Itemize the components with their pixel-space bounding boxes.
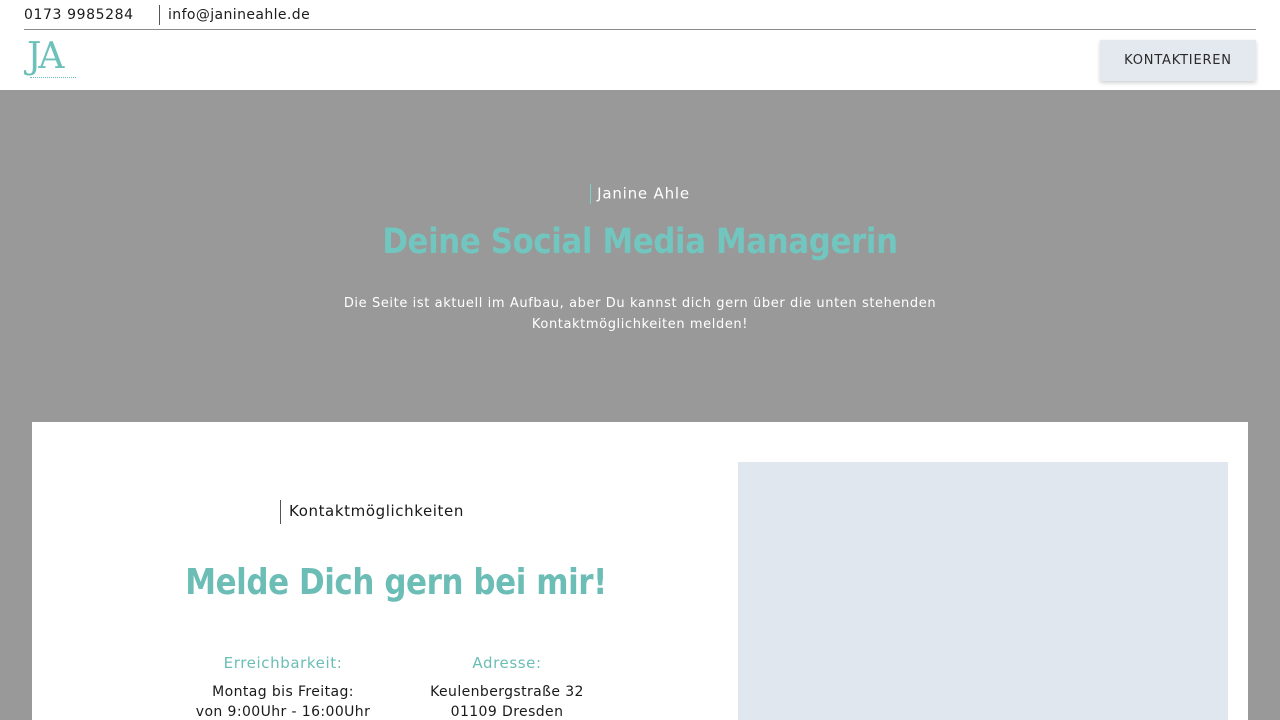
- contact-button[interactable]: KONTAKTIEREN: [1100, 40, 1256, 81]
- address-city: 01109 Dresden: [450, 704, 564, 720]
- contact-title: Melde Dich gern bei mir!: [185, 562, 607, 603]
- availability-days: Montag bis Freitag:: [212, 684, 354, 700]
- hero-section: Janine Ahle Deine Social Media Managerin…: [0, 90, 1280, 720]
- logo-text: JA: [27, 36, 64, 77]
- hero-kicker-text: Janine Ahle: [597, 184, 690, 203]
- email-link[interactable]: info@janineahle.de: [168, 7, 310, 23]
- hero-kicker: Janine Ahle: [0, 184, 1280, 204]
- kicker-bar: [280, 499, 281, 524]
- contact-card: Kontaktmöglichkeiten Melde Dich gern bei…: [32, 422, 1248, 720]
- phone-link[interactable]: 0173 9985284: [24, 7, 134, 23]
- hero-intro: Die Seite ist aktuell im Aufbau, aber Du…: [343, 296, 937, 332]
- site-header: JA KONTAKTIEREN: [0, 31, 1280, 90]
- logo[interactable]: JA: [26, 37, 80, 83]
- address-column: Adresse: Keulenbergstraße 32 01109 Dresd…: [402, 654, 612, 720]
- address-street: Keulenbergstraße 32: [430, 684, 584, 700]
- divider: [159, 5, 160, 25]
- top-contact-bar: 0173 9985284 info@janineahle.de: [24, 0, 1256, 30]
- availability-column: Erreichbarkeit: Montag bis Freitag: von …: [172, 654, 394, 720]
- logo-underline: [30, 77, 76, 80]
- availability-heading: Erreichbarkeit:: [223, 654, 343, 672]
- contact-kicker-text: Kontaktmöglichkeiten: [289, 502, 464, 520]
- hero-headline: Deine Social Media Managerin: [382, 222, 898, 262]
- availability-hours: von 9:00Uhr - 16:00Uhr: [195, 704, 371, 720]
- address-heading: Adresse:: [472, 654, 542, 672]
- contact-kicker: Kontaktmöglichkeiten: [280, 499, 464, 524]
- kicker-bar: [590, 184, 592, 204]
- map-placeholder[interactable]: [738, 462, 1228, 720]
